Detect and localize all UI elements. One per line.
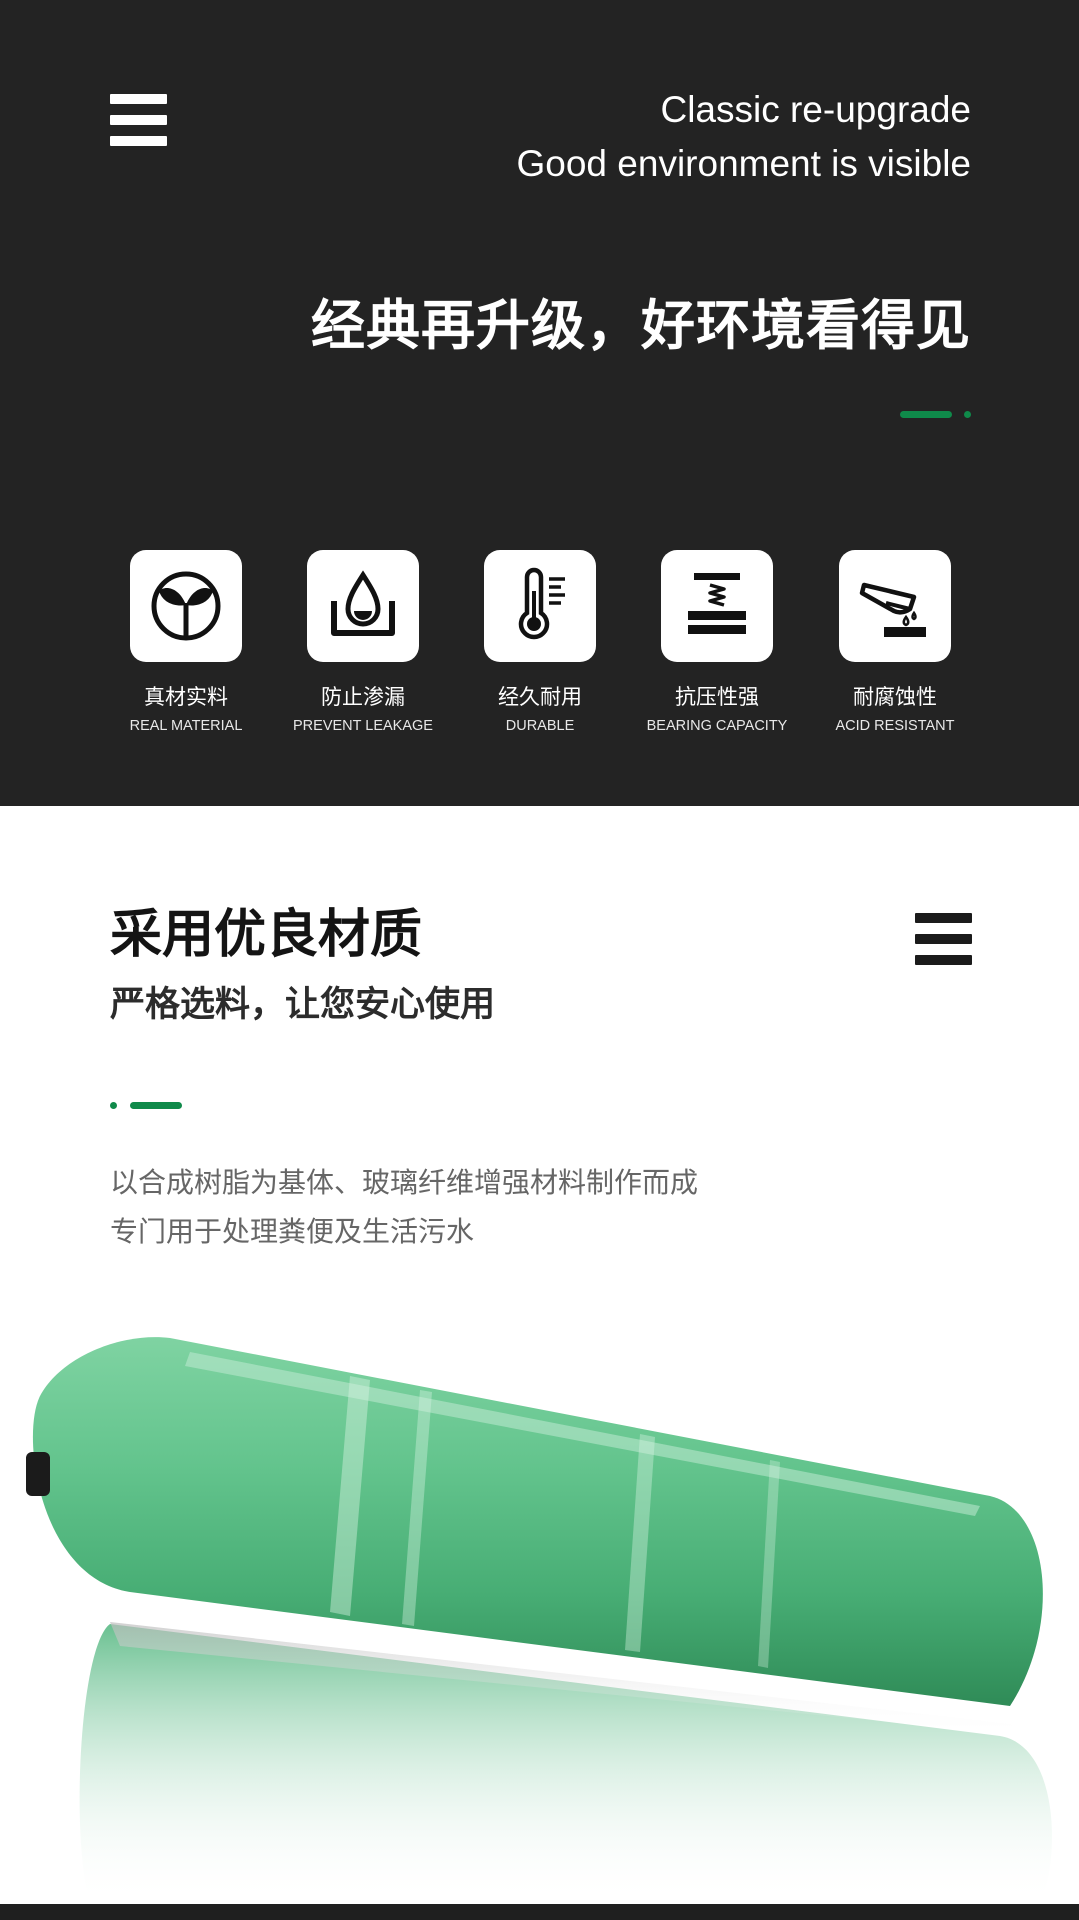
feature-list: 真材实料 REAL MATERIAL 防止渗漏 PREVENT LEAKAGE [0, 550, 1079, 750]
feature-item-bearing-capacity: 抗压性强 BEARING CAPACITY [627, 550, 807, 734]
feature-label-en: PREVENT LEAKAGE [293, 718, 433, 734]
feature-item-prevent-leakage: 防止渗漏 PREVENT LEAKAGE [273, 550, 453, 734]
accent-bar [130, 1102, 182, 1109]
feature-label-en: BEARING CAPACITY [646, 718, 788, 734]
test-tube-acid-icon [859, 582, 926, 637]
material-section: 采用优良材质 严格选料，让您安心使用 以合成树脂为基体、玻璃纤维增强材料制作而成… [0, 806, 1079, 1904]
hamburger-menu-icon[interactable] [915, 913, 972, 965]
bottom-bar [0, 1904, 1079, 1920]
feature-label-zh: 防止渗漏 [321, 685, 405, 709]
thermometer-icon [518, 567, 565, 640]
feature-label-zh: 耐腐蚀性 [853, 685, 937, 709]
feature-item-acid-resistant: 耐腐蚀性 ACID RESISTANT [805, 550, 985, 734]
section-description: 以合成树脂为基体、玻璃纤维增强材料制作而成 专门用于处理粪便及生活污水 [110, 1158, 698, 1256]
feature-label-zh: 真材实料 [144, 685, 228, 709]
accent-dot [110, 1102, 117, 1109]
section-title: 采用优良材质 [110, 905, 423, 965]
feature-label-en: REAL MATERIAL [129, 718, 243, 734]
feature-tile [484, 550, 596, 662]
accent-divider [900, 411, 972, 418]
sprout-icon [151, 571, 221, 641]
tagline-line-1: Classic re-upgrade [660, 89, 971, 130]
fiberglass-septic-tank-image [0, 1316, 1079, 1904]
section-subtitle: 严格选料，让您安心使用 [110, 985, 496, 1025]
accent-divider [110, 1102, 182, 1109]
feature-label-en: ACID RESISTANT [835, 718, 955, 734]
feature-label-zh: 抗压性强 [675, 685, 759, 709]
description-line-2: 专门用于处理粪便及生活污水 [110, 1215, 475, 1248]
water-drop-container-icon [331, 570, 395, 636]
feature-tile [839, 550, 951, 662]
accent-bar [900, 411, 952, 418]
feature-tile [307, 550, 419, 662]
feature-label-zh: 经久耐用 [498, 685, 582, 709]
feature-item-real-material: 真材实料 REAL MATERIAL [96, 550, 276, 734]
feature-item-durable: 经久耐用 DURABLE [450, 550, 630, 734]
hero-section: Classic re-upgrade Good environment is v… [0, 0, 1079, 806]
hero-title: 经典再升级，好环境看得见 [311, 294, 971, 357]
feature-tile [661, 550, 773, 662]
accent-dot [964, 411, 971, 418]
feature-tile [130, 550, 242, 662]
feature-label-en: DURABLE [505, 718, 575, 734]
tagline-line-2: Good environment is visible [516, 143, 972, 184]
description-line-1: 以合成树脂为基体、玻璃纤维增强材料制作而成 [110, 1166, 699, 1199]
press-spring-icon [688, 573, 746, 634]
hamburger-menu-icon[interactable] [110, 94, 167, 146]
